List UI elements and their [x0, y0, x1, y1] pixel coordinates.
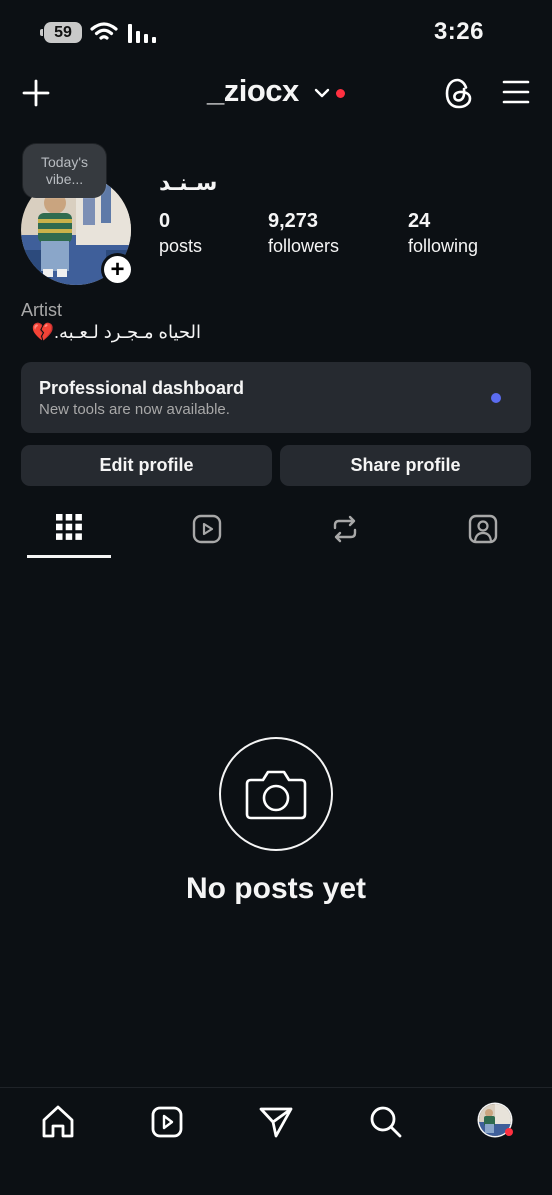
following-label: following: [408, 236, 479, 256]
menu-icon[interactable]: [502, 80, 530, 104]
clock: 3:26: [433, 18, 484, 45]
empty-state-camera: [219, 737, 333, 851]
posts-count: 0: [159, 210, 171, 232]
tab-reels[interactable]: [138, 506, 276, 558]
status-bar: 59 3:26: [0, 0, 552, 66]
active-tab-indicator: [27, 555, 111, 558]
tab-grid[interactable]: [0, 506, 138, 558]
add-story-button[interactable]: +: [101, 253, 134, 286]
nav-reels[interactable]: [145, 1102, 189, 1142]
edit-profile-button[interactable]: Edit profile: [21, 445, 272, 486]
story-note-bubble[interactable]: Today's vibe...: [23, 144, 106, 198]
notification-dot: [336, 89, 345, 98]
dashboard-subtitle: New tools are now available.: [39, 401, 230, 418]
no-posts-text: No posts yet: [185, 872, 367, 905]
plus-icon[interactable]: [22, 79, 50, 107]
username[interactable]: _ziocx: [207, 73, 299, 109]
followers-count: 9,273: [268, 210, 319, 232]
nav-search[interactable]: [364, 1102, 408, 1142]
reels-icon: [192, 514, 222, 544]
send-icon: [259, 1107, 293, 1138]
battery-indicator: 59: [40, 22, 82, 43]
nav-home[interactable]: [36, 1102, 80, 1142]
followers-label: followers: [268, 236, 340, 256]
following-stat[interactable]: 24 following: [408, 210, 478, 257]
tab-tagged[interactable]: [414, 506, 552, 558]
profile-notification-dot: [505, 1128, 513, 1136]
bottom-nav: [0, 1087, 552, 1195]
camera-icon: [245, 770, 307, 820]
posts-stat[interactable]: 0 posts: [159, 210, 202, 257]
dashboard-title: Professional dashboard: [39, 378, 245, 398]
cellular-signal-icon: [128, 24, 156, 43]
bio-category: Artist: [21, 300, 63, 320]
grid-icon: [56, 514, 82, 540]
followers-stat[interactable]: 9,273 followers: [268, 210, 339, 257]
search-icon: [370, 1106, 402, 1138]
nav-messages[interactable]: [254, 1102, 298, 1142]
bio-text: الحياه مـجـرد لـعـبه.💔: [31, 322, 201, 342]
nav-profile[interactable]: [473, 1102, 517, 1142]
reels-icon: [151, 1106, 183, 1138]
home-icon: [42, 1105, 74, 1138]
chevron-down-icon[interactable]: [314, 87, 330, 99]
wifi-icon: [90, 22, 118, 40]
display-name: سـنـد: [159, 170, 218, 195]
professional-dashboard-card[interactable]: Professional dashboard New tools are now…: [21, 362, 531, 433]
tagged-icon: [468, 514, 498, 544]
threads-icon[interactable]: [443, 77, 475, 110]
dashboard-new-dot: [491, 393, 501, 403]
following-count: 24: [408, 210, 431, 232]
reposts-icon: [333, 515, 357, 543]
share-profile-button[interactable]: Share profile: [280, 445, 531, 486]
battery-level: 59: [54, 24, 72, 41]
posts-label: posts: [159, 236, 203, 256]
tab-reposts[interactable]: [276, 506, 414, 558]
